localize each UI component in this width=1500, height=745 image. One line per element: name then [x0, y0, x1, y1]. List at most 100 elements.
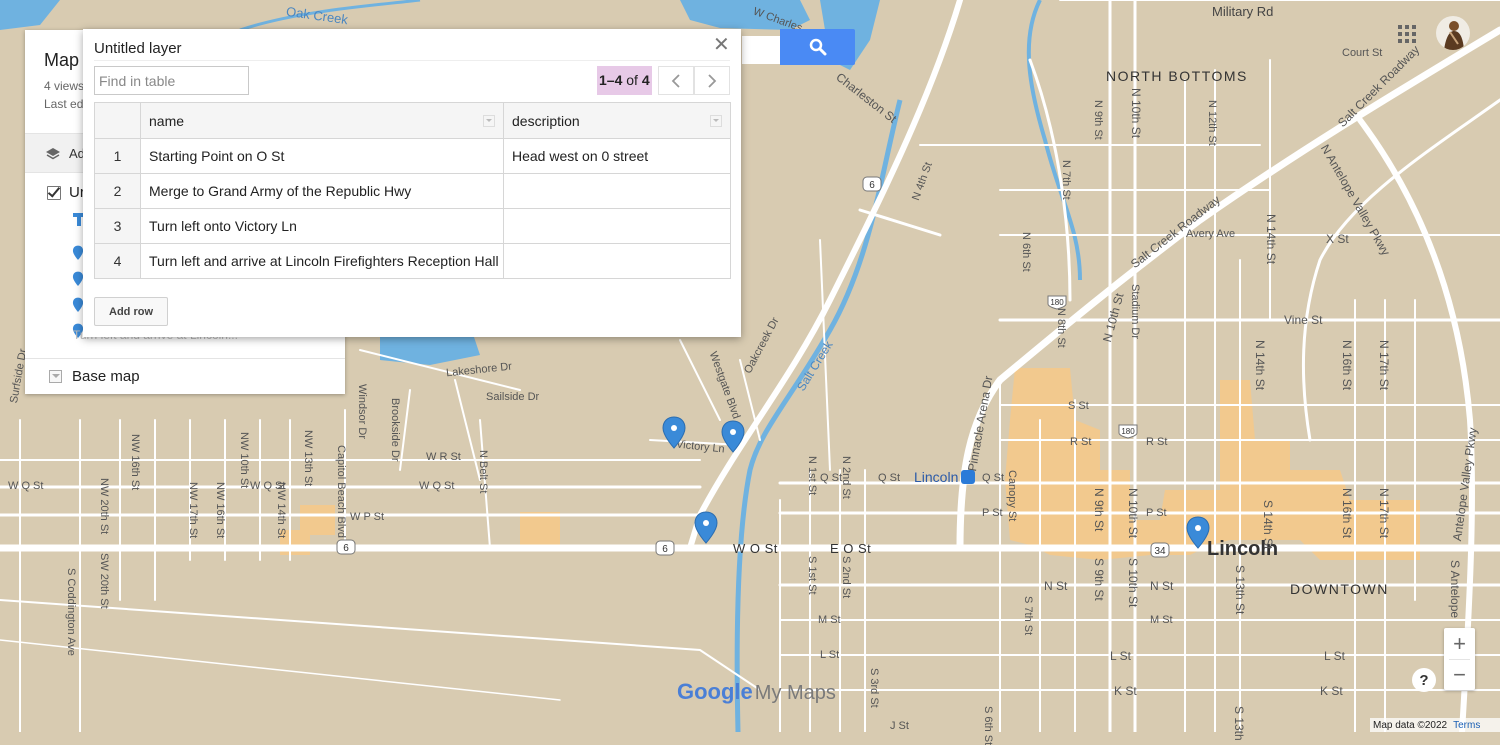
map-pin[interactable]	[1185, 516, 1211, 550]
attribute-table: name description 1 Starting Point on O S…	[94, 102, 731, 279]
map-label-s-st: S St	[1068, 400, 1089, 412]
base-map-row[interactable]: Base map	[49, 368, 140, 385]
cell-name[interactable]: Turn left onto Victory Ln	[140, 208, 504, 244]
map-label-nw-14th: NW 14th St	[275, 482, 287, 539]
map-label-n-10th: N 10th St	[1129, 88, 1143, 139]
map-label-vine: Vine St	[1284, 313, 1323, 327]
terms-link[interactable]: Terms	[1453, 720, 1480, 731]
close-icon[interactable]: ✕	[713, 34, 730, 56]
search-box[interactable]	[742, 36, 782, 64]
map-label-s-14th: S 14th St	[1261, 500, 1275, 550]
map-label-r-st-1: R St	[1070, 436, 1092, 448]
map-label-downtown: DOWNTOWN	[1290, 581, 1389, 597]
column-header-description[interactable]: description	[503, 102, 731, 139]
find-in-table-input[interactable]	[94, 66, 249, 95]
map-last-edited: Last ed	[44, 97, 84, 111]
map-label-n-12th: N 12th St	[1206, 100, 1218, 146]
row-number: 4	[94, 243, 141, 279]
map-label-q-st-3: Q St	[982, 472, 1005, 484]
map-pin[interactable]	[720, 420, 746, 454]
cell-name[interactable]: Merge to Grand Army of the Republic Hwy	[140, 173, 504, 209]
map-label-n-belt: N Belt St	[477, 450, 489, 494]
map-label-sw-20th: SW 20th St	[98, 553, 110, 609]
legend-divider	[25, 358, 345, 359]
map-label-nw-10th: NW 10th St	[238, 432, 250, 489]
base-map-label: Base map	[72, 368, 140, 385]
map-pin[interactable]	[693, 511, 719, 545]
map-label-windsor: Windsor Dr	[356, 384, 368, 440]
previous-page-button[interactable]	[658, 66, 694, 95]
map-label-nw-17th: NW 17th St	[187, 482, 199, 539]
cell-description[interactable]: Head west on 0 street	[503, 138, 731, 174]
pagination-status: 1–4 of 4	[597, 66, 652, 95]
map-label-p-st-2: P St	[1146, 507, 1167, 519]
chevron-right-icon	[708, 73, 717, 88]
map-label-q-st-2: Q St	[878, 472, 901, 484]
add-row-button[interactable]: Add row	[94, 297, 168, 326]
column-header-name[interactable]: name	[140, 102, 504, 139]
cell-description[interactable]	[503, 208, 731, 244]
map-label-k-st-1: K St	[1114, 684, 1137, 698]
map-label-coddington: S Coddington Ave	[65, 568, 77, 656]
map-views-count: 4 views	[44, 79, 85, 93]
us-route-shield: 6	[655, 540, 675, 556]
search-icon	[809, 38, 826, 56]
pagination-total: 4	[641, 72, 650, 88]
map-label-n-st-1: N St	[1044, 579, 1068, 593]
table-row[interactable]: 2 Merge to Grand Army of the Republic Hw…	[94, 173, 731, 209]
column-menu-icon[interactable]	[483, 114, 495, 127]
help-button[interactable]: ?	[1412, 668, 1436, 692]
svg-text:180: 180	[1121, 427, 1135, 436]
map-label-m-st-1: M St	[818, 614, 841, 626]
add-layer-button[interactable]: Ad	[45, 146, 85, 161]
map-label-s-antelope: S Antelope	[1448, 560, 1462, 619]
zoom-in-button[interactable]: +	[1444, 628, 1475, 659]
chevron-down-icon[interactable]	[49, 370, 62, 383]
map-label-n-9th-b: N 9th St	[1092, 488, 1106, 532]
map-label-l-st-1: L St	[820, 649, 840, 661]
map-pin[interactable]	[661, 416, 687, 450]
search-button[interactable]	[780, 29, 855, 65]
zoom-control: + −	[1444, 628, 1475, 690]
apps-grid-icon[interactable]	[1398, 25, 1416, 43]
layer-untitled[interactable]: Ur	[47, 184, 85, 201]
map-label-n-9th: N 9th St	[1092, 100, 1104, 140]
cell-name[interactable]: Starting Point on O St	[140, 138, 504, 174]
map-label-n-14th: N 14th St	[1264, 214, 1278, 265]
map-label-s-13th-b: S 13th	[1232, 706, 1246, 741]
avatar[interactable]	[1436, 16, 1470, 50]
map-label-n-17th-b: N 17th St	[1377, 488, 1391, 539]
layer-visibility-checkbox[interactable]	[47, 185, 61, 200]
map-label-s-7th: S 7th St	[1022, 596, 1034, 636]
map-label-sailside: Sailside Dr	[486, 391, 540, 403]
zoom-out-button[interactable]: −	[1444, 659, 1475, 690]
us-route-shield: 34	[1150, 542, 1170, 558]
my-maps-logo-text: My Maps	[754, 682, 836, 704]
transit-station-lincoln[interactable]: Lincoln	[914, 469, 976, 485]
map-label-j-st: J St	[890, 720, 909, 732]
map-label-s-13th: S 13th St	[1233, 565, 1247, 615]
cell-name[interactable]: Turn left and arrive at Lincoln Firefigh…	[140, 243, 504, 279]
svg-text:6: 6	[343, 543, 349, 554]
map-label-s-9th: S 9th St	[1092, 558, 1106, 601]
map-label-l-st-3: L St	[1324, 649, 1345, 663]
map-label-k-st-2: K St	[1320, 684, 1343, 698]
map-label-w-q-st-1: W Q St	[8, 480, 44, 492]
cell-description[interactable]	[503, 173, 731, 209]
map-label-p-st-1: P St	[982, 507, 1003, 519]
table-row[interactable]: 4 Turn left and arrive at Lincoln Firefi…	[94, 243, 731, 279]
map-label-n-17th: N 17th St	[1377, 340, 1391, 391]
map-label-nw-16th-b: NW 16th St	[129, 434, 141, 491]
map-label-s-2nd: S 2nd St	[840, 556, 852, 599]
column-menu-icon[interactable]	[710, 114, 722, 127]
map-label-canopy: Canopy St	[1006, 470, 1018, 522]
map-label-court-st: Court St	[1342, 47, 1383, 59]
map-label-s-10th: S 10th St	[1126, 558, 1140, 608]
map-label-w-r-st: W R St	[426, 451, 461, 463]
next-page-button[interactable]	[694, 66, 730, 95]
table-row[interactable]: 3 Turn left onto Victory Ln	[94, 208, 731, 244]
cell-description[interactable]	[503, 243, 731, 279]
table-row[interactable]: 1 Starting Point on O St Head west on 0 …	[94, 138, 731, 174]
map-label-q-st-1: Q St	[820, 472, 843, 484]
map-label-north-bottoms: NORTH BOTTOMS	[1106, 68, 1248, 84]
